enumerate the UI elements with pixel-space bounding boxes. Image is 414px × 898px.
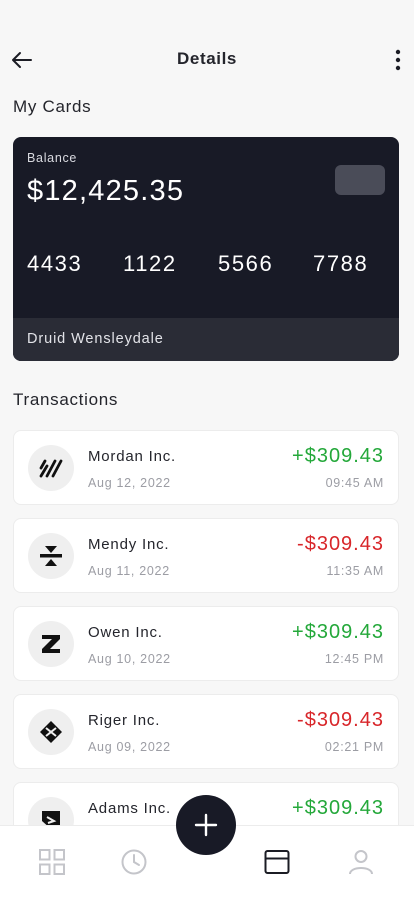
nav-item-profile[interactable]: [347, 848, 375, 876]
grid-icon: [39, 849, 65, 875]
transactions-title: Transactions: [13, 390, 119, 409]
card-icon: [264, 850, 290, 874]
plus-icon: [194, 813, 218, 837]
company-logo: [28, 445, 74, 491]
transaction-name: Riger Inc.: [88, 712, 161, 729]
transaction-row[interactable]: Riger Inc. Aug 09, 2022 -$309.43 02:21 P…: [13, 694, 399, 769]
transaction-date: Aug 09, 2022: [88, 740, 171, 754]
card-number-group: 5566: [218, 251, 274, 276]
user-icon: [349, 850, 373, 875]
mendy-logo-icon: [40, 546, 62, 566]
transaction-amount: +$309.43: [292, 621, 384, 643]
header: Details: [0, 40, 414, 80]
transaction-row[interactable]: Owen Inc. Aug 10, 2022 +$309.43 12:45 PM: [13, 606, 399, 681]
company-logo: [28, 533, 74, 579]
transaction-row[interactable]: Mordan Inc. Aug 12, 2022 +$309.43 09:45 …: [13, 430, 399, 505]
card-chip-icon: [335, 165, 385, 195]
more-button[interactable]: [394, 48, 402, 72]
card-holder-name: Druid Wensleydale: [13, 318, 399, 361]
owen-logo-icon: [42, 635, 60, 653]
transaction-date: Aug 10, 2022: [88, 652, 171, 666]
page-title: Details: [177, 49, 237, 68]
transaction-row[interactable]: Mendy Inc. Aug 11, 2022 -$309.43 11:35 A…: [13, 518, 399, 593]
company-logo: [28, 709, 74, 755]
transaction-date: Aug 12, 2022: [88, 476, 171, 490]
transaction-amount: -$309.43: [297, 709, 384, 731]
add-button[interactable]: [176, 795, 236, 855]
company-logo: [28, 621, 74, 667]
transaction-amount: +$309.43: [292, 797, 384, 819]
transaction-time: 12:45 PM: [324, 652, 384, 666]
nav-item-cards[interactable]: [263, 848, 291, 876]
vertical-dots-icon: [395, 49, 401, 71]
transaction-date: Aug 11, 2022: [88, 564, 170, 578]
transaction-name: Owen Inc.: [88, 624, 163, 641]
balance-amount: $12,425.35: [27, 175, 185, 207]
riger-logo-icon: [40, 721, 62, 743]
transaction-time: 09:45 AM: [325, 476, 384, 490]
transaction-name: Mordan Inc.: [88, 448, 177, 465]
clock-icon: [121, 849, 147, 875]
card-number-group: 4433: [27, 251, 83, 276]
my-cards-title: My Cards: [13, 97, 92, 116]
transaction-time: 11:35 AM: [326, 564, 384, 578]
nav-item-dashboard[interactable]: [38, 848, 66, 876]
transaction-name: Adams Inc.: [88, 800, 172, 817]
mordan-logo-icon: [39, 459, 63, 478]
nav-item-history[interactable]: [120, 848, 148, 876]
balance-label: Balance: [27, 151, 78, 165]
transaction-name: Mendy Inc.: [88, 536, 170, 553]
card-number-group: 1122: [123, 251, 177, 276]
bank-card[interactable]: Balance $12,425.35 4433 1122 5566 7788 D…: [13, 137, 399, 361]
transaction-amount: +$309.43: [292, 445, 384, 467]
transaction-amount: -$309.43: [297, 533, 384, 555]
card-number-group: 7788: [313, 251, 369, 276]
transaction-time: 02:21 PM: [324, 740, 384, 754]
